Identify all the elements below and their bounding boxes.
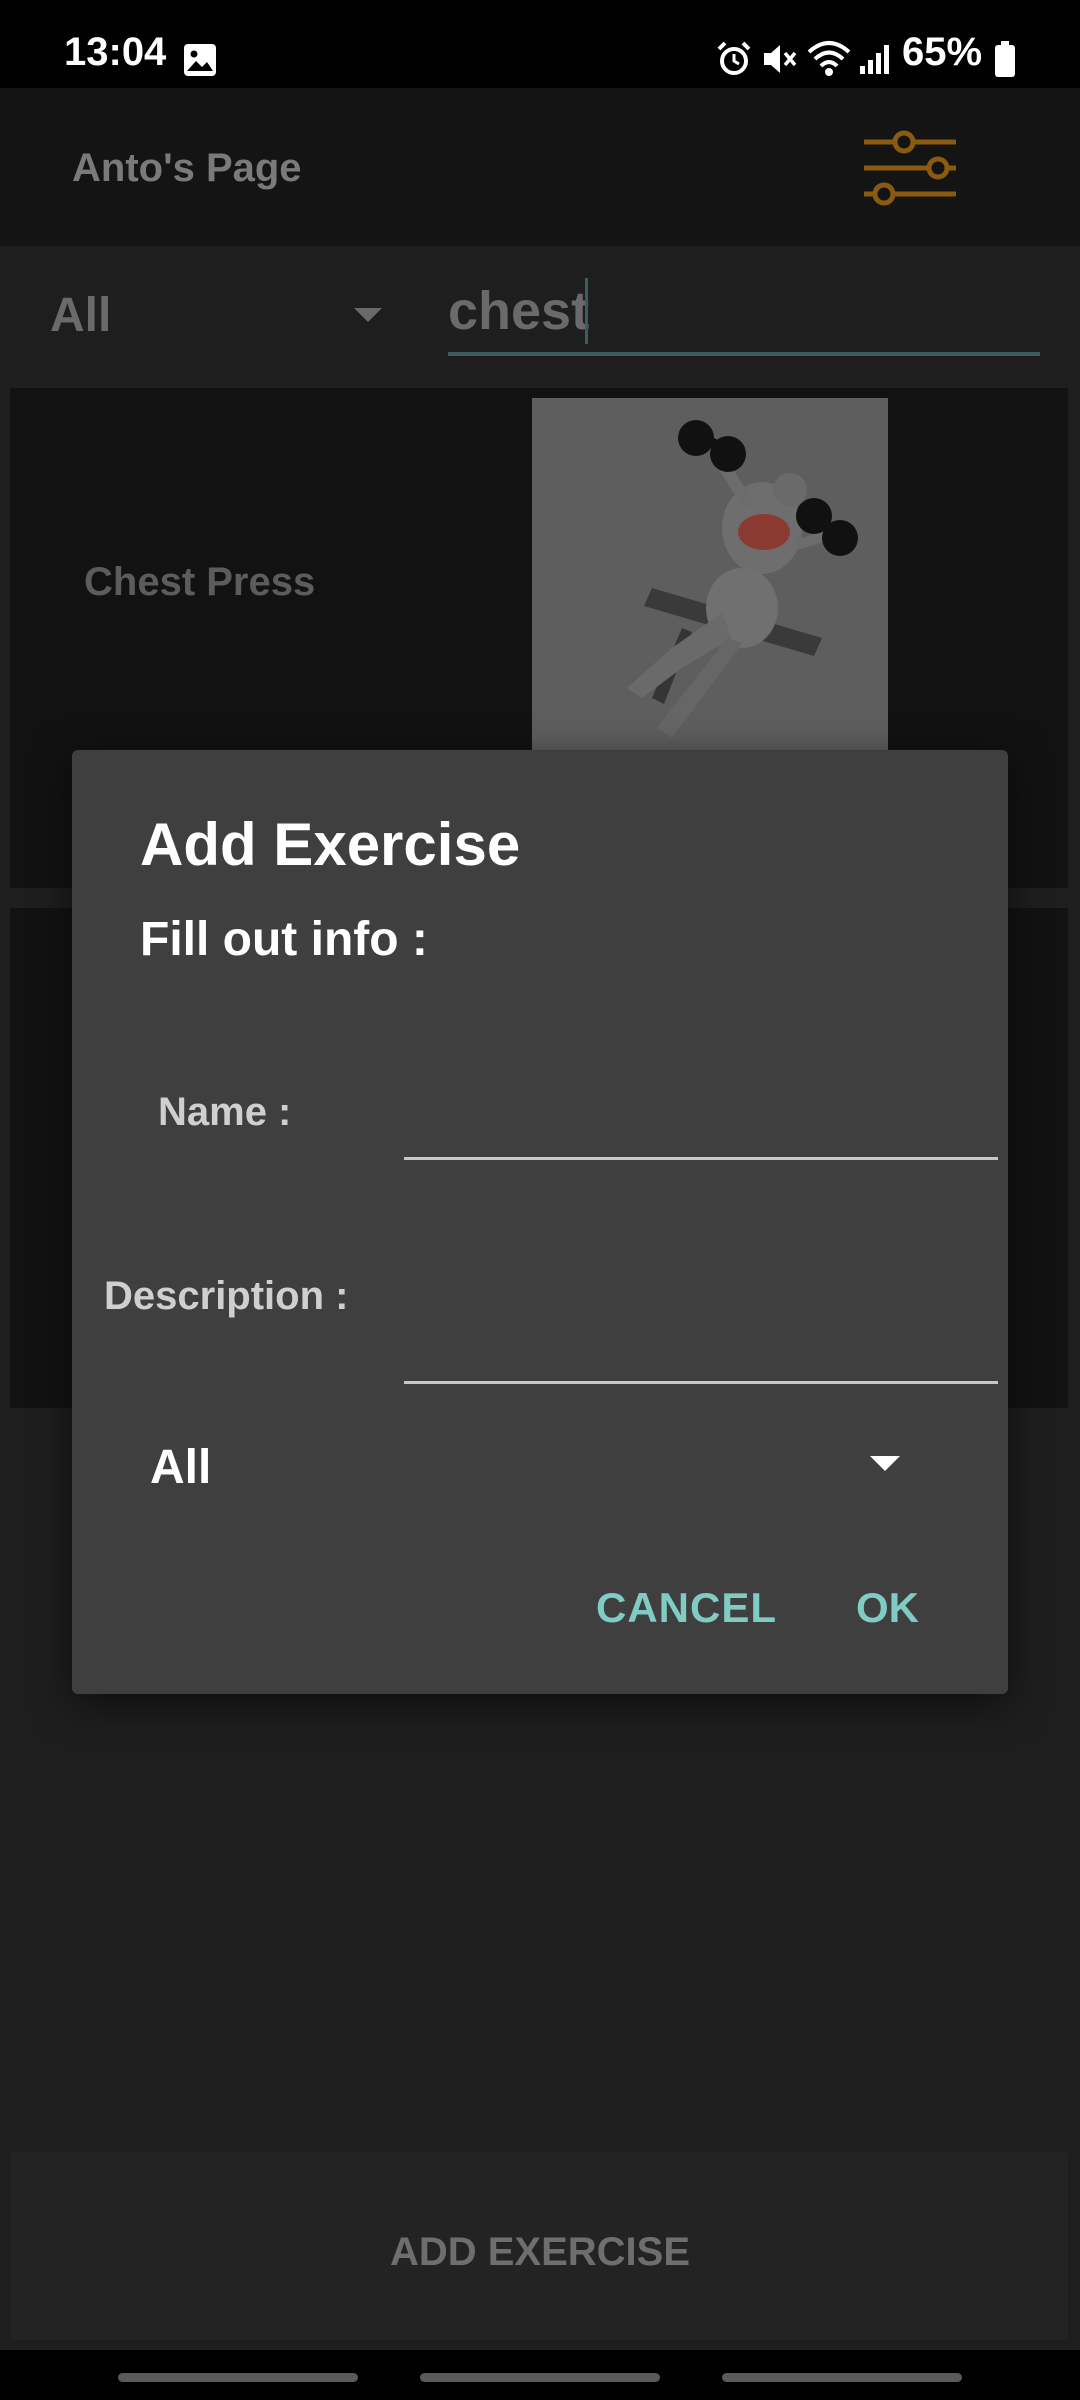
dialog-subtitle: Fill out info : <box>140 913 428 966</box>
nav-handle-right[interactable] <box>722 2373 962 2382</box>
ok-button[interactable]: OK <box>856 1584 919 1632</box>
name-field[interactable] <box>404 1080 998 1156</box>
name-field-underline <box>404 1157 998 1160</box>
sliders-icon[interactable] <box>860 128 960 208</box>
search-underline <box>448 352 1040 356</box>
cancel-button[interactable]: CANCEL <box>596 1584 777 1632</box>
dialog-category-dropdown[interactable]: All <box>150 1440 211 1495</box>
description-field[interactable] <box>404 1290 998 1380</box>
status-time: 13:04 <box>64 30 167 74</box>
add-exercise-dialog <box>72 750 1008 1694</box>
chevron-down-icon[interactable] <box>870 1456 900 1472</box>
page-title: Anto's Page <box>72 146 302 190</box>
battery-icon <box>995 41 1015 77</box>
description-label: Description : <box>104 1274 349 1318</box>
search-input[interactable]: chest <box>448 280 589 342</box>
name-label: Name : <box>158 1090 292 1134</box>
description-field-underline <box>404 1381 998 1384</box>
category-dropdown[interactable]: All <box>50 288 111 343</box>
battery-percentage: 65% <box>902 30 983 74</box>
alarm-icon <box>717 41 751 75</box>
wifi-icon <box>807 41 851 76</box>
chevron-down-icon[interactable] <box>354 308 382 324</box>
image-icon <box>184 44 216 76</box>
exercise-title: Chest Press <box>84 560 316 604</box>
nav-handle-left[interactable] <box>118 2373 358 2382</box>
text-cursor <box>585 278 588 344</box>
signal-icon <box>860 45 889 74</box>
nav-handle-center[interactable] <box>420 2373 660 2382</box>
add-exercise-label: ADD EXERCISE <box>389 2230 691 2274</box>
dialog-title: Add Exercise <box>140 811 521 878</box>
exercise-image <box>532 398 888 754</box>
mute-icon <box>764 45 797 73</box>
